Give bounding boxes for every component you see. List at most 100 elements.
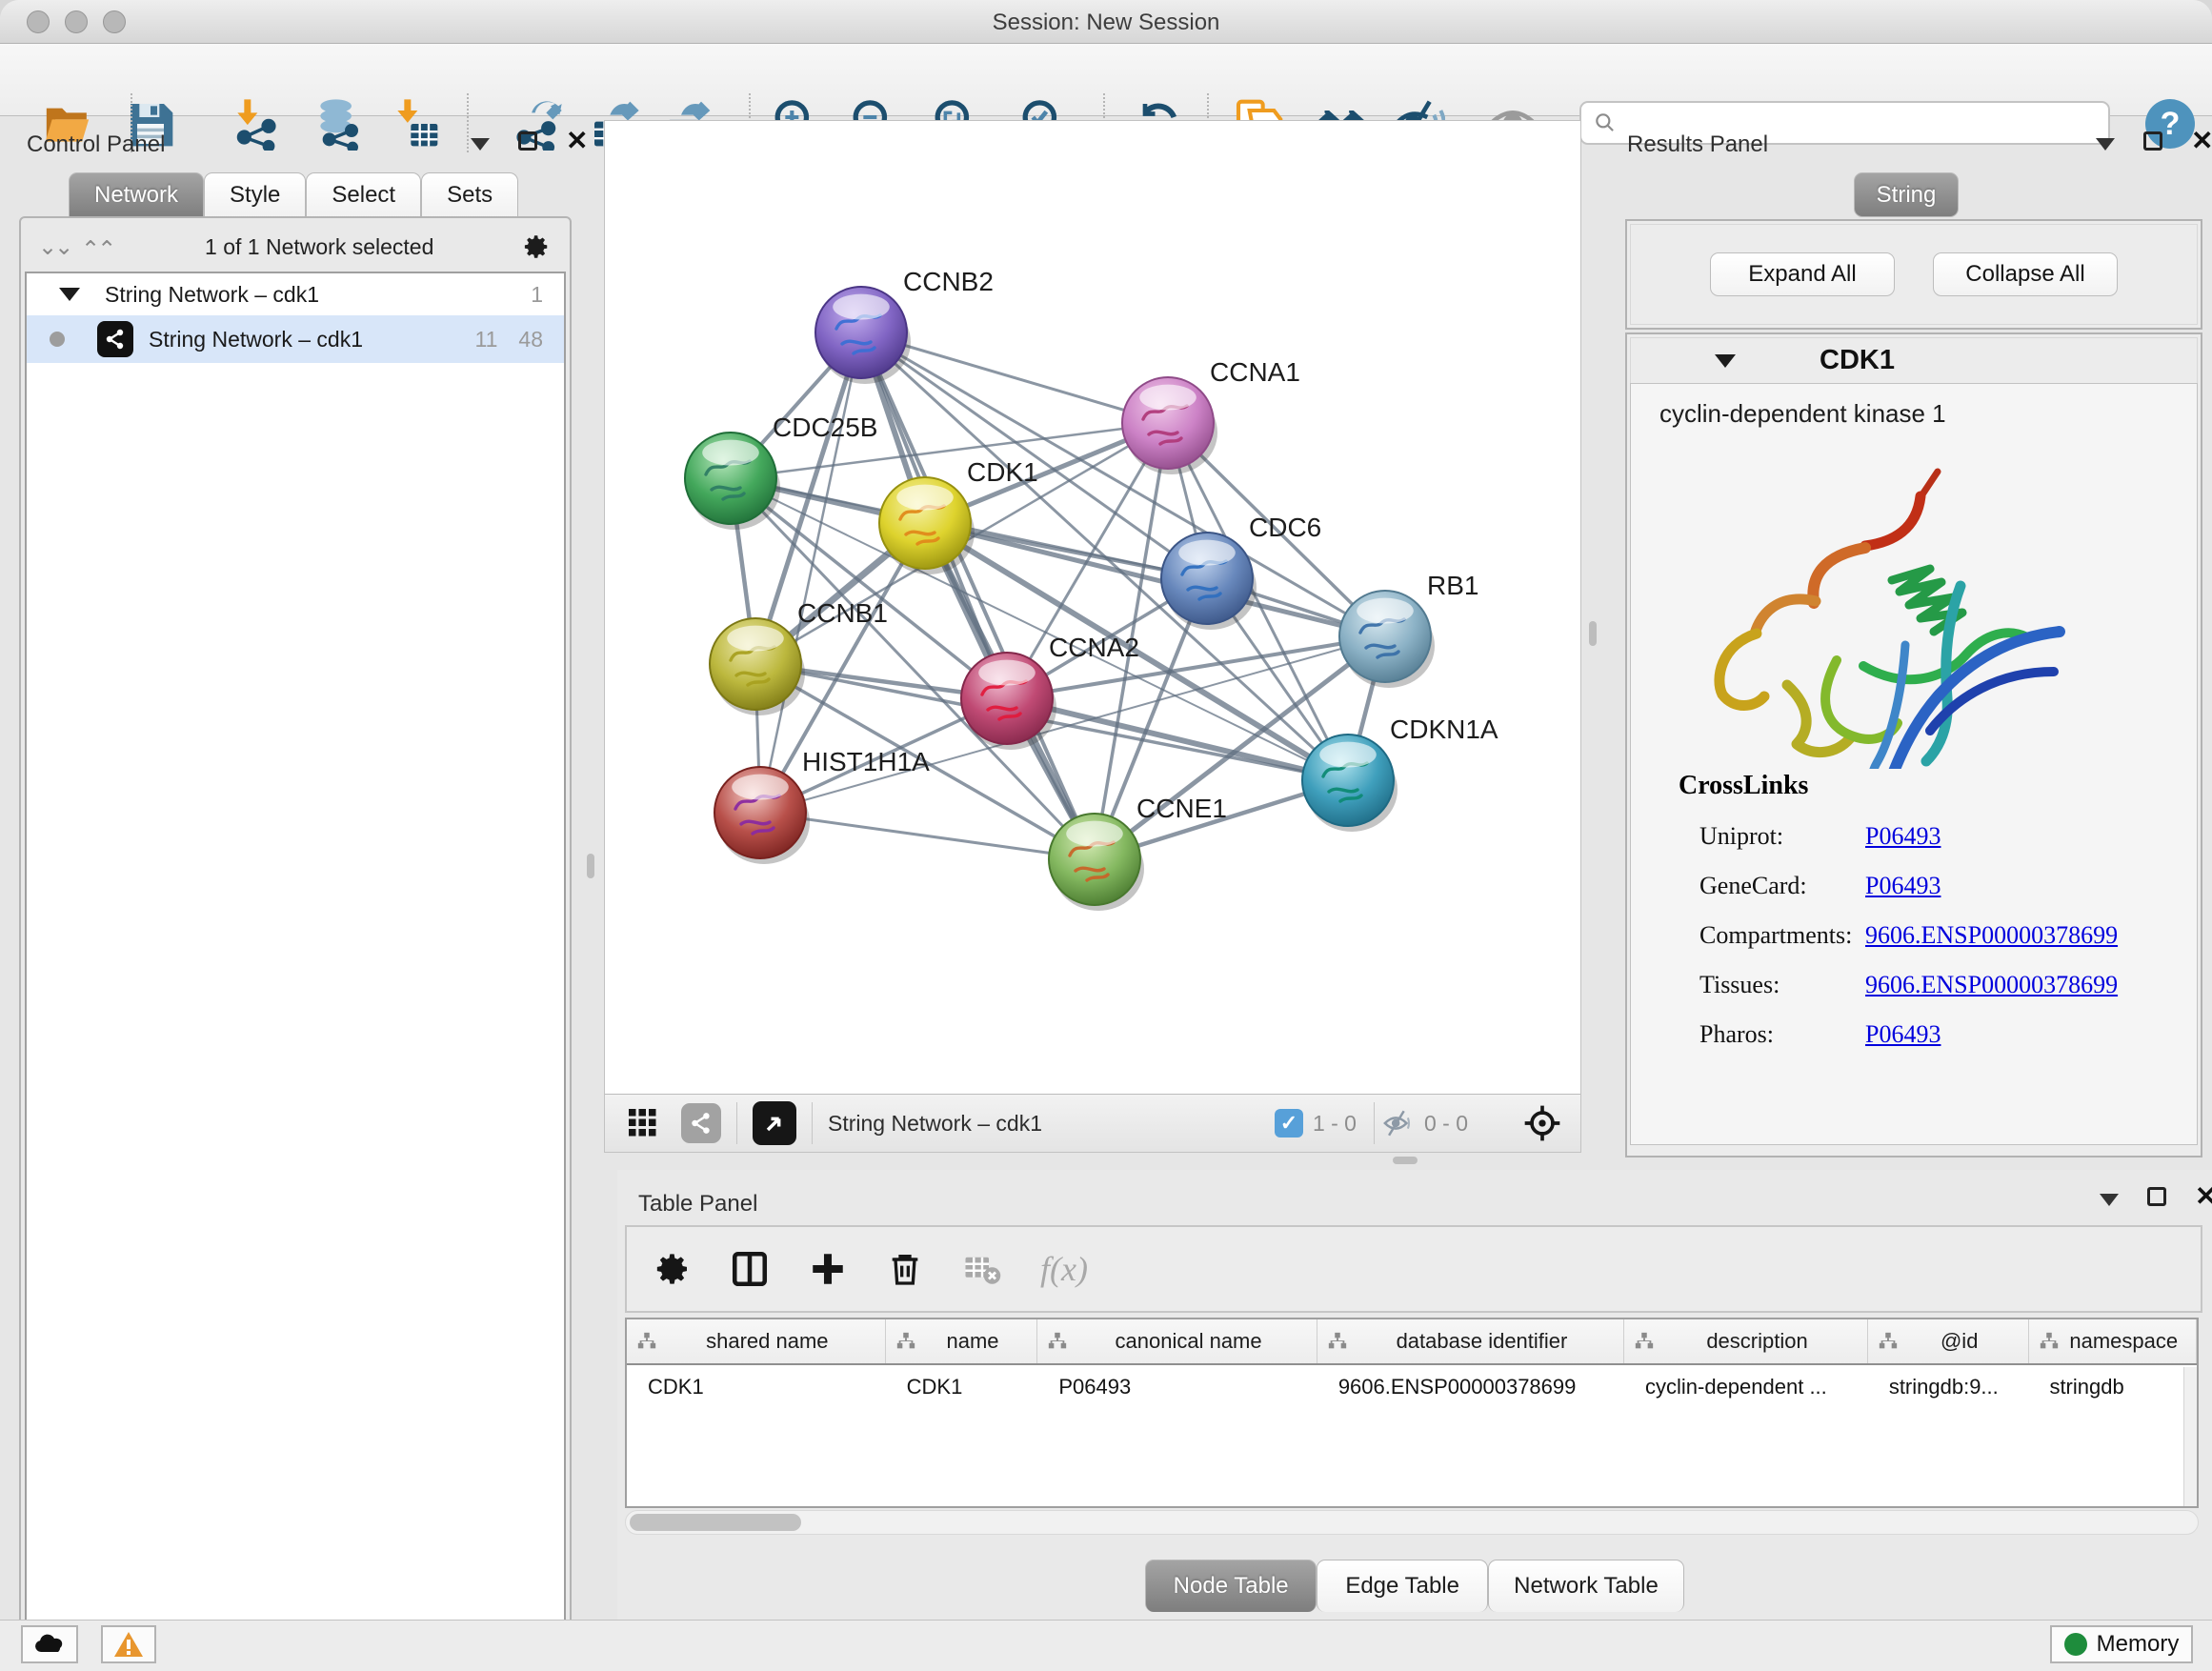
tab-sets[interactable]: Sets <box>421 172 518 217</box>
column-attribute-icon <box>1327 1331 1348 1352</box>
bottom-splitter-handle[interactable] <box>1393 1157 1418 1164</box>
table-vertical-scrollbar[interactable] <box>2183 1367 2197 1506</box>
results-panel-float-icon[interactable] <box>2143 131 2162 151</box>
column-attribute-icon <box>2039 1331 2060 1352</box>
table-cell[interactable]: P06493 <box>1037 1375 1317 1399</box>
collection-count: 1 <box>531 282 543 308</box>
crosslink-link[interactable]: 9606.ENSP00000378699 <box>1865 971 2118 999</box>
table-panel-close-icon[interactable]: ✕ <box>2195 1187 2212 1206</box>
node-label: CDK1 <box>967 457 1038 487</box>
network-row[interactable]: String Network – cdk1 11 48 <box>27 315 564 363</box>
gene-section-header[interactable]: CDK1 <box>1630 337 2198 383</box>
birds-eye-view-icon[interactable] <box>753 1101 796 1145</box>
delete-column-trash-icon[interactable] <box>886 1250 924 1288</box>
network-node-rb1[interactable]: RB1 <box>1339 571 1478 688</box>
column-attribute-icon <box>1634 1331 1655 1352</box>
protein-structure-image <box>1677 445 2086 769</box>
column-header--id[interactable]: @id <box>1868 1319 2029 1363</box>
grid-view-icon[interactable] <box>626 1106 660 1140</box>
crosslink-label: GeneCard: <box>1679 872 1865 900</box>
add-column-plus-icon[interactable] <box>808 1249 848 1289</box>
results-panel-menu-icon[interactable] <box>2096 138 2115 151</box>
tab-node-table[interactable]: Node Table <box>1145 1560 1317 1612</box>
column-header-shared-name[interactable]: shared name <box>627 1319 886 1363</box>
collection-expand-icon[interactable] <box>59 288 80 301</box>
warning-status-button[interactable] <box>101 1625 156 1663</box>
network-edge[interactable] <box>1007 698 1348 780</box>
panel-float-icon[interactable] <box>518 131 537 151</box>
crosslink-link[interactable]: P06493 <box>1865 872 1941 900</box>
panel-close-icon[interactable]: ✕ <box>566 131 588 151</box>
gene-symbol: CDK1 <box>1820 345 1895 376</box>
table-cell[interactable]: stringdb <box>2028 1375 2197 1399</box>
column-attribute-icon <box>895 1331 916 1352</box>
cloud-status-button[interactable] <box>21 1625 78 1663</box>
crosslink-label: Pharos: <box>1679 1020 1865 1049</box>
table-horizontal-scrollbar[interactable] <box>625 1510 2199 1535</box>
network-edge[interactable] <box>861 332 1095 859</box>
table-row[interactable]: CDK1CDK1P064939606.ENSP00000378699cyclin… <box>627 1365 2197 1409</box>
network-node-cdc6[interactable]: CDC6 <box>1161 513 1321 630</box>
expand-all-button[interactable]: Expand All <box>1710 252 1895 296</box>
network-edge[interactable] <box>760 813 1095 859</box>
gene-collapse-icon[interactable] <box>1715 354 1736 368</box>
selected-count: 1 - 0 <box>1313 1111 1357 1137</box>
table-cell[interactable]: CDK1 <box>627 1375 886 1399</box>
table-cell[interactable]: stringdb:9... <box>1868 1375 2029 1399</box>
column-header-database-identifier[interactable]: database identifier <box>1317 1319 1624 1363</box>
tab-style[interactable]: Style <box>204 172 306 217</box>
network-options-gear-icon[interactable] <box>522 232 551 261</box>
left-splitter-handle[interactable] <box>587 854 594 878</box>
network-node-ccne1[interactable]: CCNE1 <box>1049 794 1227 911</box>
table-cell[interactable]: cyclin-dependent ... <box>1624 1375 1868 1399</box>
table-panel-menu-icon[interactable] <box>2100 1194 2119 1206</box>
column-header-name[interactable]: name <box>886 1319 1038 1363</box>
network-node-count: 11 <box>475 327 498 352</box>
table-header-row: shared namenamecanonical namedatabase id… <box>627 1319 2197 1365</box>
tab-string[interactable]: String <box>1854 172 1959 217</box>
network-node-cdkn1a[interactable]: CDKN1A <box>1302 715 1498 832</box>
memory-status-dot <box>2064 1633 2087 1656</box>
tab-select[interactable]: Select <box>306 172 421 217</box>
network-tree: String Network – cdk1 1 String Network –… <box>25 272 566 1671</box>
memory-button[interactable]: Memory <box>2050 1625 2193 1663</box>
tab-edge-table[interactable]: Edge Table <box>1317 1560 1488 1612</box>
expand-collapse-bar: Expand All Collapse All <box>1625 219 2202 330</box>
crosslink-link[interactable]: P06493 <box>1865 1020 1941 1049</box>
fit-selected-crosshair-icon[interactable] <box>1521 1102 1563 1144</box>
table-panel-float-icon[interactable] <box>2147 1187 2166 1206</box>
string-view-badge-icon[interactable] <box>681 1103 721 1143</box>
crosslink-row: Tissues:9606.ENSP00000378699 <box>1679 971 2174 999</box>
results-panel-close-icon[interactable]: ✕ <box>2191 131 2212 151</box>
column-header-canonical-name[interactable]: canonical name <box>1037 1319 1317 1363</box>
crosslink-link[interactable]: P06493 <box>1865 822 1941 851</box>
network-view: CCNB2CCNA1CDC25BCDK1CDC6RB1CCNB1CCNA2CDK… <box>604 120 1581 1153</box>
network-node-ccnb2[interactable]: CCNB2 <box>815 267 994 384</box>
network-node-ccna1[interactable]: CCNA1 <box>1122 357 1300 474</box>
tab-network[interactable]: Network <box>69 172 204 217</box>
node-label: CCNA1 <box>1210 357 1300 387</box>
crosslink-link[interactable]: 9606.ENSP00000378699 <box>1865 921 2118 950</box>
show-columns-icon[interactable] <box>730 1249 770 1289</box>
network-node-cdk1[interactable]: CDK1 <box>879 457 1038 574</box>
table-options-gear-icon[interactable] <box>654 1250 692 1288</box>
selected-nodes-checkbox-icon[interactable]: ✓ <box>1275 1109 1303 1137</box>
collapse-all-networks-icon[interactable]: ⌄⌄ <box>38 233 70 261</box>
network-edge[interactable] <box>760 636 1385 813</box>
tab-network-table[interactable]: Network Table <box>1488 1560 1684 1612</box>
network-edge[interactable] <box>760 332 861 813</box>
network-node-hist1h1a[interactable]: HIST1H1A <box>714 747 930 864</box>
column-header-description[interactable]: description <box>1624 1319 1868 1363</box>
crosslink-label: Compartments: <box>1679 921 1865 950</box>
table-cell[interactable]: CDK1 <box>886 1375 1038 1399</box>
panel-menu-icon[interactable] <box>471 138 490 151</box>
column-header-namespace[interactable]: namespace <box>2029 1319 2198 1363</box>
table-cell[interactable]: 9606.ENSP00000378699 <box>1317 1375 1624 1399</box>
crosslink-row: GeneCard:P06493 <box>1679 872 2174 900</box>
collapse-all-button[interactable]: Collapse All <box>1933 252 2118 296</box>
expand-all-networks-icon[interactable]: ⌄⌄ <box>84 233 116 261</box>
network-graph-canvas[interactable]: CCNB2CCNA1CDC25BCDK1CDC6RB1CCNB1CCNA2CDK… <box>605 121 1580 1094</box>
right-splitter-handle[interactable] <box>1589 621 1597 646</box>
network-collection-row[interactable]: String Network – cdk1 1 <box>27 273 564 315</box>
network-node-ccnb1[interactable]: CCNB1 <box>710 598 888 715</box>
